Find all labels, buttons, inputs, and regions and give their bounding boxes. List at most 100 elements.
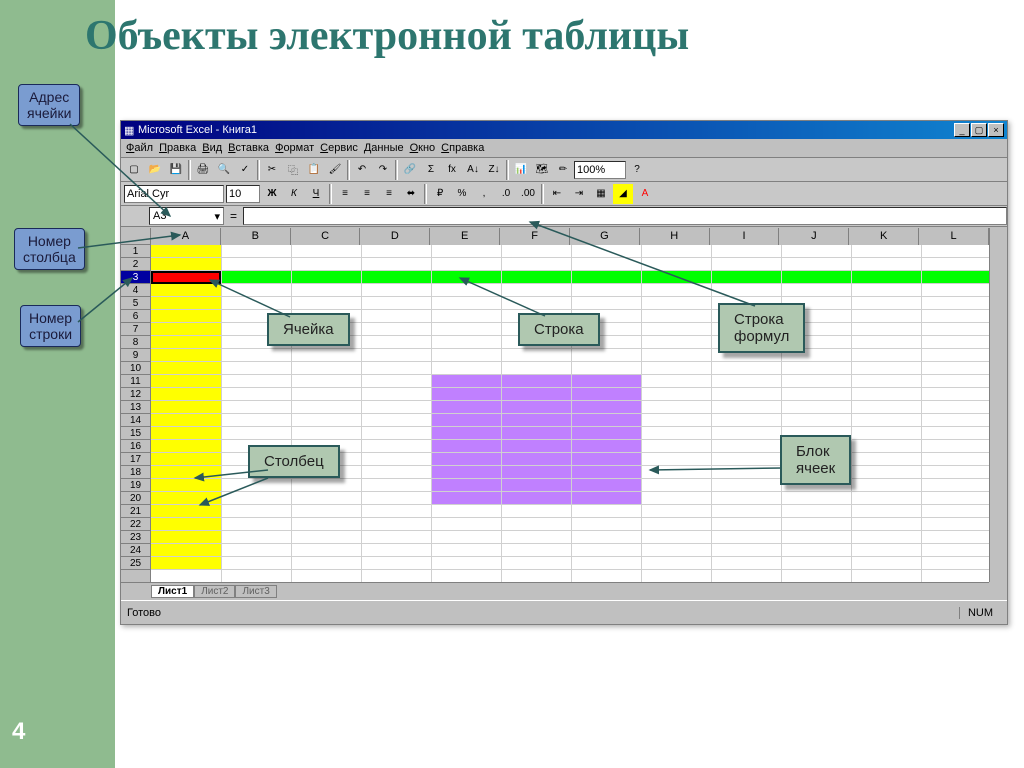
maximize-button[interactable]: ▢ [971, 123, 987, 137]
save-icon[interactable]: 💾 [166, 160, 186, 180]
horizontal-scrollbar[interactable]: Лист1Лист2Лист3 [121, 582, 989, 600]
menu-item[interactable]: Правка [159, 142, 196, 154]
column-header[interactable]: F [500, 228, 570, 245]
fill-color-icon[interactable]: ◢ [613, 184, 633, 204]
menu-item[interactable]: Вид [202, 142, 222, 154]
column-header[interactable]: K [849, 228, 919, 245]
column-header[interactable]: D [360, 228, 430, 245]
row-header[interactable]: 7 [121, 323, 150, 336]
column-header[interactable]: H [640, 228, 710, 245]
font-name-input[interactable] [124, 185, 224, 203]
row-header[interactable]: 12 [121, 388, 150, 401]
underline-icon[interactable]: Ч [306, 184, 326, 204]
row-header[interactable]: 18 [121, 466, 150, 479]
menu-item[interactable]: Вставка [228, 142, 269, 154]
percent-icon[interactable]: % [452, 184, 472, 204]
row-header[interactable]: 14 [121, 414, 150, 427]
sort-desc-icon[interactable]: Z↓ [484, 160, 504, 180]
spell-icon[interactable]: ✓ [235, 160, 255, 180]
menu-item[interactable]: Файл [126, 142, 153, 154]
sheet-tab[interactable]: Лист1 [151, 585, 194, 598]
column-headers[interactable]: ABCDEFGHIJKL [151, 228, 989, 245]
row-header[interactable]: 23 [121, 531, 150, 544]
menu-item[interactable]: Справка [441, 142, 484, 154]
column-header[interactable]: G [570, 228, 640, 245]
preview-icon[interactable]: 🔍 [214, 160, 234, 180]
dec-decimal-icon[interactable]: .00 [518, 184, 538, 204]
row-header[interactable]: 25 [121, 557, 150, 570]
fx-icon[interactable]: fx [442, 160, 462, 180]
row-header[interactable]: 20 [121, 492, 150, 505]
column-header[interactable]: J [779, 228, 849, 245]
row-headers[interactable]: 1234567891011121314151617181920212223242… [121, 245, 151, 582]
row-header[interactable]: 11 [121, 375, 150, 388]
row-header[interactable]: 21 [121, 505, 150, 518]
sort-asc-icon[interactable]: A↓ [463, 160, 483, 180]
active-cell[interactable] [151, 271, 221, 284]
menu-item[interactable]: Формат [275, 142, 314, 154]
column-header[interactable]: A [151, 228, 221, 245]
chart-icon[interactable]: 📊 [511, 160, 531, 180]
indent-dec-icon[interactable]: ⇤ [547, 184, 567, 204]
row-header[interactable]: 1 [121, 245, 150, 258]
sheet-tab[interactable]: Лист2 [194, 585, 235, 598]
link-icon[interactable]: 🔗 [400, 160, 420, 180]
currency-icon[interactable]: ₽ [430, 184, 450, 204]
row-header[interactable]: 10 [121, 362, 150, 375]
row-header[interactable]: 24 [121, 544, 150, 557]
menu-item[interactable]: Сервис [320, 142, 358, 154]
row-header[interactable]: 8 [121, 336, 150, 349]
row-header[interactable]: 15 [121, 427, 150, 440]
column-header[interactable]: I [710, 228, 780, 245]
column-header[interactable]: L [919, 228, 989, 245]
sum-icon[interactable]: Σ [421, 160, 441, 180]
borders-icon[interactable]: ▦ [591, 184, 611, 204]
format-painter-icon[interactable]: 🖌 [325, 160, 345, 180]
align-left-icon[interactable]: ≡ [335, 184, 355, 204]
row-header[interactable]: 4 [121, 284, 150, 297]
grid-area[interactable]: ABCDEFGHIJKL 123456789101112131415161718… [121, 228, 989, 582]
italic-icon[interactable]: К [284, 184, 304, 204]
cut-icon[interactable]: ✂ [262, 160, 282, 180]
column-header[interactable]: E [430, 228, 500, 245]
name-box[interactable]: A3▾ [149, 207, 224, 225]
redo-icon[interactable]: ↷ [373, 160, 393, 180]
row-header[interactable]: 13 [121, 401, 150, 414]
formula-bar-input[interactable] [243, 207, 1007, 225]
copy-icon[interactable]: ⿻ [283, 160, 303, 180]
inc-decimal-icon[interactable]: .0 [496, 184, 516, 204]
column-header[interactable]: C [291, 228, 361, 245]
font-size-input[interactable] [226, 185, 260, 203]
draw-icon[interactable]: ✏ [553, 160, 573, 180]
paste-icon[interactable]: 📋 [304, 160, 324, 180]
comma-icon[interactable]: , [474, 184, 494, 204]
row-header[interactable]: 6 [121, 310, 150, 323]
zoom-input[interactable] [574, 161, 626, 179]
cells[interactable] [151, 245, 989, 582]
row-header[interactable]: 19 [121, 479, 150, 492]
font-color-icon[interactable]: A [635, 184, 655, 204]
indent-inc-icon[interactable]: ⇥ [569, 184, 589, 204]
row-header[interactable]: 17 [121, 453, 150, 466]
new-icon[interactable]: ▢ [124, 160, 144, 180]
close-button[interactable]: × [988, 123, 1004, 137]
row-header[interactable]: 3 [121, 271, 150, 284]
open-icon[interactable]: 📂 [145, 160, 165, 180]
map-icon[interactable]: 🗺 [532, 160, 552, 180]
row-header[interactable]: 16 [121, 440, 150, 453]
print-icon[interactable]: 🖨 [193, 160, 213, 180]
help-icon[interactable]: ? [627, 160, 647, 180]
merge-icon[interactable]: ⬌ [401, 184, 421, 204]
align-center-icon[interactable]: ≡ [357, 184, 377, 204]
sheet-tab[interactable]: Лист3 [235, 585, 276, 598]
menubar[interactable]: ФайлПравкаВидВставкаФорматСервисДанныеОк… [121, 139, 1007, 158]
column-header[interactable]: B [221, 228, 291, 245]
minimize-button[interactable]: _ [954, 123, 970, 137]
vertical-scrollbar[interactable] [989, 228, 1007, 582]
bold-icon[interactable]: Ж [262, 184, 282, 204]
undo-icon[interactable]: ↶ [352, 160, 372, 180]
standard-toolbar[interactable]: ▢ 📂 💾 🖨 🔍 ✓ ✂ ⿻ 📋 🖌 ↶ ↷ 🔗 Σ fx A↓ Z↓ 📊 🗺… [121, 158, 1007, 182]
menu-item[interactable]: Данные [364, 142, 404, 154]
row-header[interactable]: 5 [121, 297, 150, 310]
sheet-tabs[interactable]: Лист1Лист2Лист3 [121, 585, 277, 598]
